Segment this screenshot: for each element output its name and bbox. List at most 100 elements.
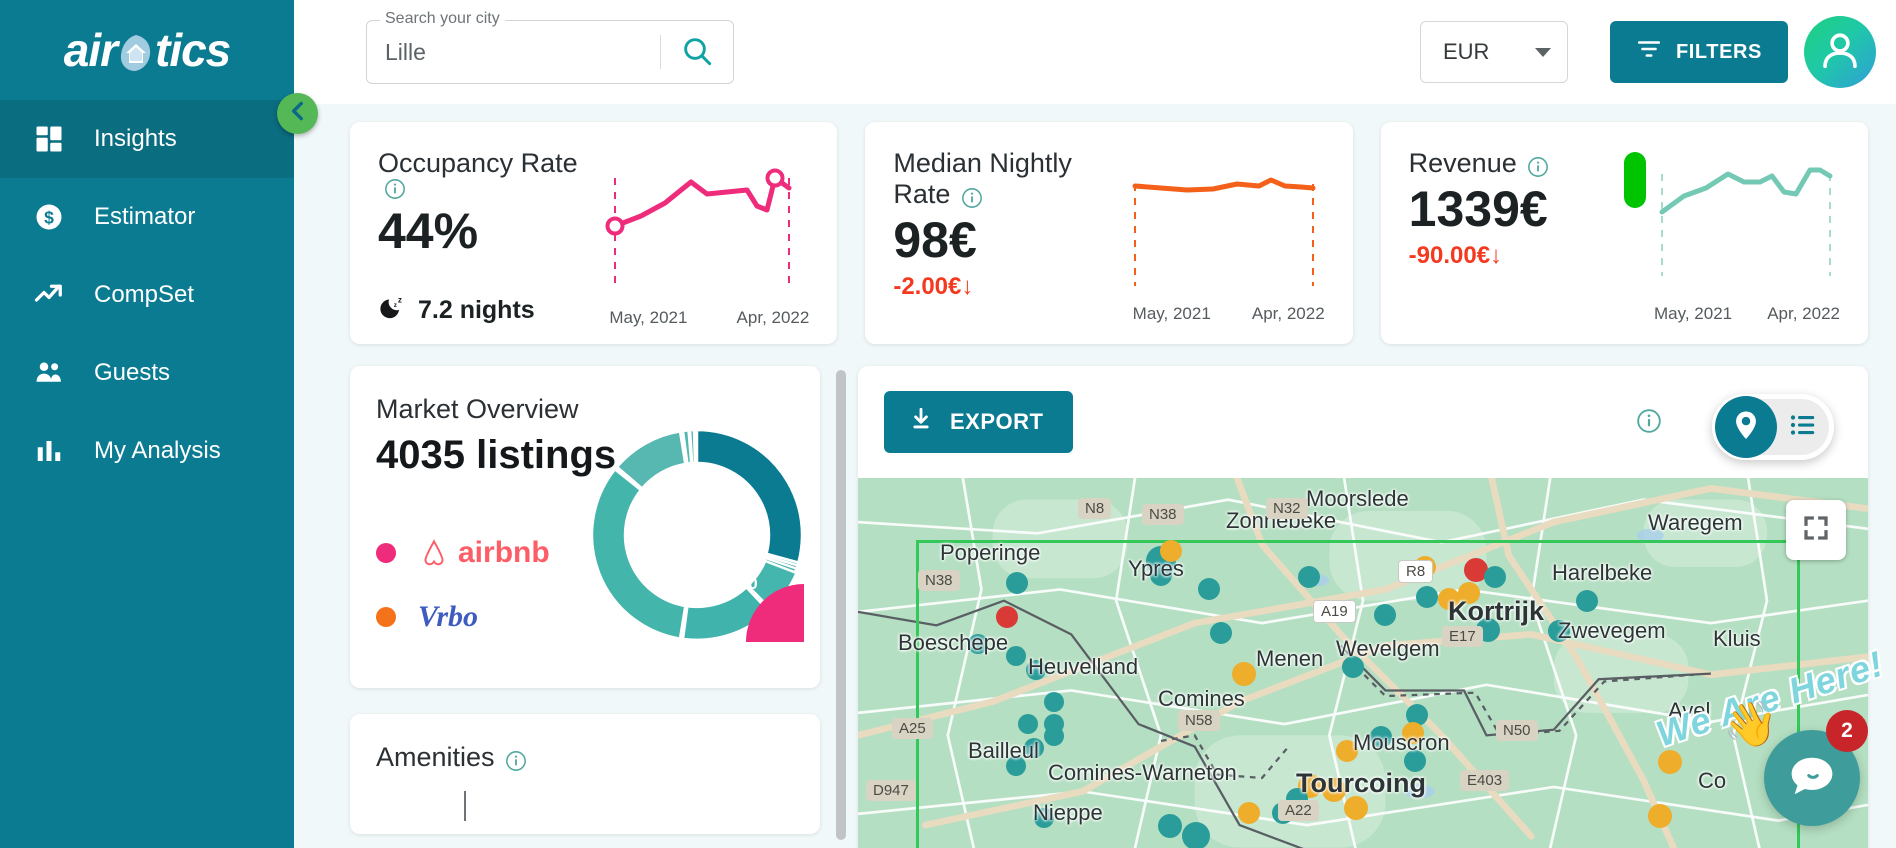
view-mode-toggle[interactable] [1712,394,1834,460]
view-toggle-map-button[interactable] [1715,396,1777,458]
fullscreen-icon [1801,513,1831,548]
sidebar-collapse-button[interactable] [277,93,318,134]
axis-end-label: Apr, 2022 [736,308,810,327]
kpi-card-median-nightly-rate: Median Nightly Rate 98€ -2.00€↓ May, 202… [865,122,1353,344]
sidebar-item-label: Guests [94,359,171,386]
axis-end-label: Apr, 2022 [1251,304,1325,323]
map-road-badge: A25 [892,718,933,739]
brand-logo[interactable]: air tics [0,0,294,100]
sidebar-item-compset[interactable]: CompSet [0,256,294,334]
amenities-card: Amenities [350,714,820,834]
map-road-badge: D947 [866,780,916,801]
currency-select[interactable]: EUR [1420,21,1568,83]
map-marker[interactable] [996,606,1018,628]
sidebar-item-estimator[interactable]: $ Estimator [0,178,294,256]
bar-chart-icon [32,434,66,468]
kpi-card-revenue: Revenue 1339€ -90.00€↓ May, 2021 Apr, 20… [1380,122,1868,344]
export-label: EXPORT [950,409,1044,434]
filter-icon [1636,36,1662,68]
map-marker[interactable] [1198,578,1220,600]
map-marker[interactable] [1044,692,1064,712]
content-scrollbar[interactable] [836,370,846,848]
map-marker[interactable] [1298,566,1320,588]
map-road-badge: A19 [1313,600,1356,623]
search-input[interactable] [367,38,660,66]
map-place-label: Avel [1668,698,1711,723]
avatar[interactable] [1804,16,1876,88]
currency-value: EUR [1443,39,1490,64]
donut-label-0: 0 [748,574,757,593]
map-marker[interactable] [1484,566,1506,588]
map-marker[interactable] [1658,750,1682,774]
map-marker[interactable] [1648,804,1672,828]
map-place-label: Zwevegem [1558,618,1666,643]
axis-end-label: Apr, 2022 [1767,304,1840,323]
map-marker[interactable] [1018,714,1038,734]
info-icon[interactable] [961,187,983,209]
map-marker[interactable] [1344,796,1368,820]
map-marker[interactable] [1044,726,1064,746]
lower-content-row: Market Overview 4035 listings airbnb Vrb… [294,344,1896,848]
market-overview-donut-chart: P 0 1 2 [590,428,880,728]
map-place-label: Co [1698,768,1727,793]
info-icon[interactable] [1527,156,1549,178]
kpi-axis-labels: May, 2021 Apr, 2022 [1133,304,1325,324]
map-marker[interactable] [1374,604,1396,626]
sidebar-item-insights[interactable]: Insights [0,100,294,178]
map-canvas[interactable]: Moorslede Zonnebeke Waregem Poperinge Ypres H… [858,478,1868,848]
map-marker[interactable] [1006,646,1026,666]
map-place-label: Ypres [1128,556,1184,581]
info-icon[interactable] [1636,408,1662,439]
map-marker[interactable] [1158,814,1182,838]
filters-label: FILTERS [1675,40,1762,63]
map-road-badge: N58 [1178,710,1220,731]
amenities-chart-axis [464,791,466,821]
map-marker[interactable] [1006,572,1028,594]
info-icon[interactable] [505,750,527,772]
view-toggle-list-button[interactable] [1777,410,1829,445]
map-place-label: Harelbeke [1552,560,1653,585]
kpi-card-occupancy-rate: Occupancy Rate 44% z z 7.2 nights May, 2… [350,122,838,344]
svg-text:z: z [398,295,402,304]
map-road-badge: A22 [1278,800,1319,821]
axis-start-label: May, 2021 [1132,304,1211,323]
map-road-badge: E17 [1442,626,1483,647]
brand-name-right: tics [155,24,231,76]
house-logo-icon [115,31,157,73]
map-place-label: Bailleul [968,738,1039,763]
content-scroll-area: Occupancy Rate 44% z z 7.2 nights May, 2… [294,104,1896,848]
chat-unread-badge: 2 [1826,710,1868,752]
map-panel-card: EXPORT Moorslede Zonnebeke Waregem Poper… [858,366,1868,848]
info-icon[interactable] [384,178,406,200]
dashboard-grid-icon [32,122,66,156]
map-marker[interactable] [1232,662,1256,686]
map-marker[interactable] [1416,586,1438,608]
export-button[interactable]: EXPORT [884,391,1074,453]
map-place-label: Tourcoing [1296,768,1426,798]
search-box[interactable] [366,20,734,84]
map-place-label: Heuvelland [1028,654,1139,679]
map-place-label: Comines-Warneton [1048,760,1237,785]
map-marker[interactable] [1210,622,1232,644]
legend-label-vrbo: Vrbo [418,600,479,633]
map-marker[interactable] [1182,822,1210,848]
brand-text: air tics [64,23,232,77]
map-marker[interactable] [1238,802,1260,824]
top-header: Search your city EUR [294,0,1896,104]
kpi-delta: -90.00€↓ [1408,241,1503,269]
sidebar-item-guests[interactable]: Guests [0,334,294,412]
filters-button[interactable]: FILTERS [1609,21,1788,83]
map-toolbar: EXPORT [858,366,1868,478]
waving-hand-icon: 👋 [1723,700,1778,749]
sidebar-item-my-analysis[interactable]: My Analysis [0,412,294,490]
map-marker[interactable] [1576,590,1598,612]
kpi-subvalue: 7.2 nights [418,296,535,324]
search-button[interactable] [661,21,733,83]
map-fullscreen-button[interactable] [1786,500,1846,560]
content-scrollbar-thumb[interactable] [836,370,846,840]
sidebar-item-label: CompSet [94,281,195,308]
sidebar-nav: Insights $ Estimator CompSet Guests My A… [0,100,294,490]
user-avatar-icon [1817,27,1863,78]
kpi-sparkline-occupancy [599,148,809,293]
sidebar: air tics Insights $ Estimator CompSet Gu… [0,0,318,848]
